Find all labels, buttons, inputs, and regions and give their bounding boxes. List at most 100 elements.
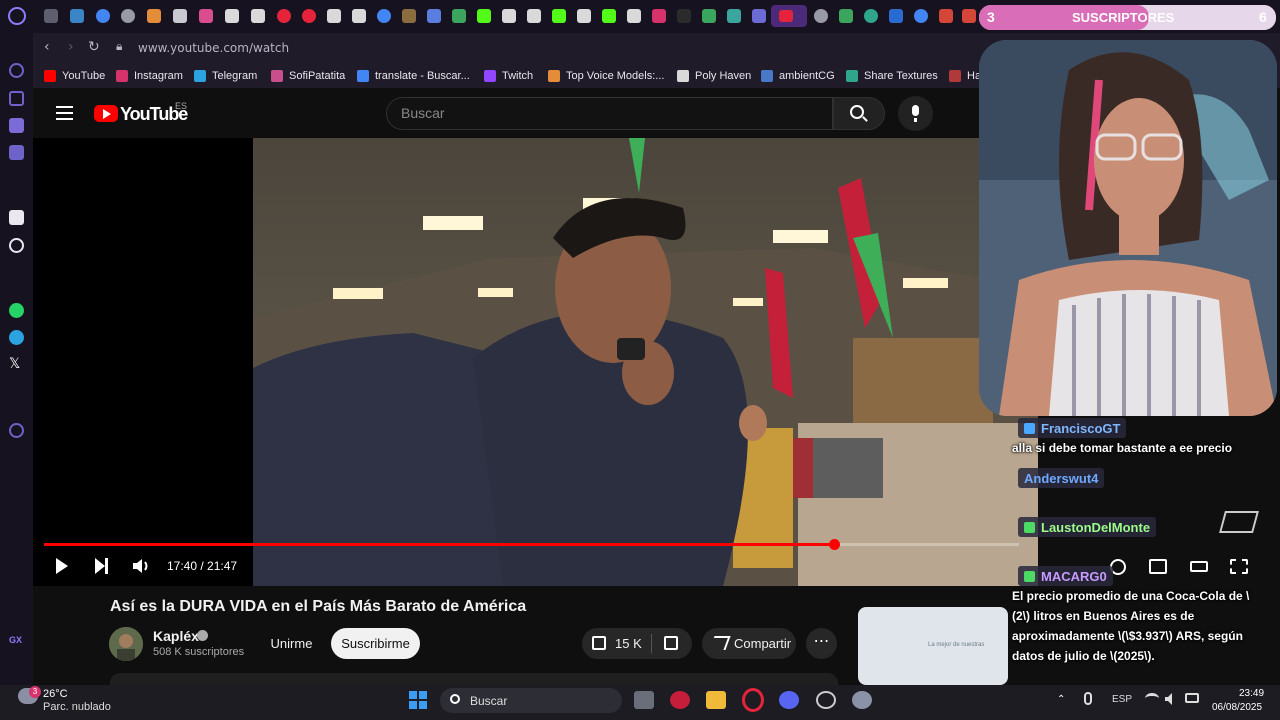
sidebar-chatgpt-icon[interactable] [9, 238, 24, 253]
youtube-logo-icon[interactable] [94, 105, 118, 122]
tab-favicon-icon[interactable] [502, 9, 516, 23]
windows-start-icon[interactable] [409, 691, 427, 709]
bookmark-item[interactable]: translate - Buscar... [357, 69, 470, 83]
sidebar-app-icon[interactable] [9, 210, 24, 225]
miniplayer-icon[interactable] [1149, 559, 1167, 574]
tab-google-icon[interactable] [377, 9, 391, 23]
progress-scrubber-handle[interactable] [828, 539, 840, 550]
tab-favicon-icon[interactable] [251, 9, 265, 23]
url-field[interactable]: www.youtube.com/watch [138, 41, 289, 55]
tab-favicon-icon[interactable] [225, 9, 239, 23]
bookmark-item[interactable]: SofiPatatita [271, 69, 345, 83]
forward-icon[interactable]: › [68, 39, 74, 55]
more-actions-button[interactable]: ⋯ [806, 628, 837, 659]
tab-favicon-icon[interactable] [173, 9, 187, 23]
next-video-icon[interactable] [95, 558, 108, 574]
weather-description[interactable]: Parc. nublado [43, 701, 111, 713]
like-count[interactable]: 15 K [615, 636, 642, 651]
tab-favicon-icon[interactable] [527, 9, 541, 23]
dislike-icon[interactable] [664, 636, 678, 650]
tab-favicon-icon[interactable] [352, 9, 366, 23]
taskbar-search-box[interactable] [440, 688, 622, 713]
tab-tiktok-icon[interactable] [677, 9, 691, 23]
fullscreen-icon[interactable] [1230, 559, 1248, 574]
tab-gmail-icon[interactable] [939, 9, 953, 23]
back-icon[interactable]: ‹ [44, 39, 50, 55]
tab-favicon-icon[interactable] [577, 9, 591, 23]
bookmark-item[interactable]: ambientCG [761, 69, 835, 83]
wifi-icon[interactable] [1145, 693, 1159, 704]
tray-microphone-icon[interactable] [1084, 692, 1092, 705]
tab-paypal-icon[interactable] [889, 9, 903, 23]
keyboard-language[interactable]: ESP [1112, 694, 1132, 705]
opera-menu-icon[interactable] [8, 7, 26, 25]
speaker-icon[interactable] [1165, 692, 1177, 705]
task-view-icon[interactable] [634, 691, 654, 709]
opera-browser-taskbar-icon[interactable] [742, 688, 764, 712]
hamburger-menu-icon[interactable] [56, 106, 73, 120]
tab-kick-icon[interactable] [602, 9, 616, 23]
tab-favicon-icon[interactable] [627, 9, 641, 23]
channel-name[interactable]: Kapléx [153, 628, 199, 644]
sidebar-gx-label[interactable]: GX [9, 635, 22, 645]
sidebar-history-icon[interactable] [9, 423, 24, 438]
tab-favicon-icon[interactable] [727, 9, 741, 23]
sidebar-whatsapp-icon[interactable] [9, 303, 24, 318]
bookmark-item[interactable]: Share Textures [846, 69, 938, 83]
clock-date[interactable]: 06/08/2025 [1212, 702, 1262, 713]
sidebar-crypto-icon[interactable] [9, 91, 24, 106]
bookmark-item[interactable]: YouTube [44, 69, 105, 83]
tab-google-icon[interactable] [914, 9, 928, 23]
tab-favicon-icon[interactable] [839, 9, 853, 23]
tab-favicon-icon[interactable] [452, 9, 466, 23]
sidebar-x-icon[interactable]: 𝕏 [9, 357, 24, 372]
bookmark-item[interactable]: Twitch [484, 69, 533, 83]
clock-time[interactable]: 23:49 [1239, 688, 1264, 699]
tab-favicon-icon[interactable] [752, 9, 766, 23]
join-button[interactable]: Unirme [259, 628, 324, 659]
channel-avatar[interactable] [109, 627, 143, 661]
tab-favicon-icon[interactable] [147, 9, 161, 23]
tab-youtube-music-icon[interactable] [277, 9, 291, 23]
play-icon[interactable] [56, 558, 68, 574]
tab-favicon-icon[interactable] [121, 9, 135, 23]
sidebar-telegram-icon[interactable] [9, 330, 24, 345]
search-input[interactable]: Buscar [386, 97, 833, 130]
tab-gmail-icon[interactable] [962, 9, 976, 23]
bookmark-item[interactable]: Poly Haven [677, 69, 751, 83]
opera-gx-taskbar-icon[interactable] [670, 691, 690, 709]
volume-icon[interactable] [133, 559, 151, 573]
tab-favicon-icon[interactable] [199, 9, 213, 23]
tab-youtube-music-icon[interactable] [302, 9, 316, 23]
discord-icon[interactable] [779, 691, 799, 709]
sidebar-aria-icon[interactable] [9, 63, 24, 78]
tab-kick-icon[interactable] [477, 9, 491, 23]
subscribe-button[interactable]: Suscribirme [331, 628, 420, 659]
description-box[interactable] [110, 673, 838, 685]
bookmark-item[interactable]: Telegram [194, 69, 257, 83]
battery-icon[interactable] [1185, 693, 1199, 703]
tab-favicon-icon[interactable] [327, 9, 341, 23]
theater-mode-icon[interactable] [1190, 561, 1208, 572]
tab-favicon-icon[interactable] [864, 9, 878, 23]
tab-favicon-icon[interactable] [702, 9, 716, 23]
settings-gear-icon[interactable] [852, 691, 872, 709]
tray-chevron-icon[interactable]: ⌃ [1057, 694, 1065, 705]
bookmark-item[interactable]: Instagram [116, 69, 183, 83]
tab-mail-icon[interactable] [44, 9, 58, 23]
obs-icon[interactable] [816, 691, 836, 709]
tab-instagram-icon[interactable] [652, 9, 666, 23]
tab-favicon-icon[interactable] [814, 9, 828, 23]
tab-kick-icon[interactable] [552, 9, 566, 23]
sidebar-messenger-icon[interactable] [9, 145, 24, 160]
bookmark-item[interactable]: Top Voice Models:... [548, 69, 664, 83]
like-icon[interactable] [592, 636, 606, 650]
sidebar-twitch-icon[interactable] [9, 118, 24, 133]
weather-temperature[interactable]: 26°C [43, 688, 68, 700]
tab-favicon-icon[interactable] [402, 9, 416, 23]
reload-icon[interactable]: ↻ [88, 39, 100, 55]
file-explorer-icon[interactable] [706, 691, 726, 709]
tab-favicon-icon[interactable] [70, 9, 84, 23]
tab-favicon-icon[interactable] [427, 9, 441, 23]
video-frame[interactable] [253, 138, 1038, 586]
